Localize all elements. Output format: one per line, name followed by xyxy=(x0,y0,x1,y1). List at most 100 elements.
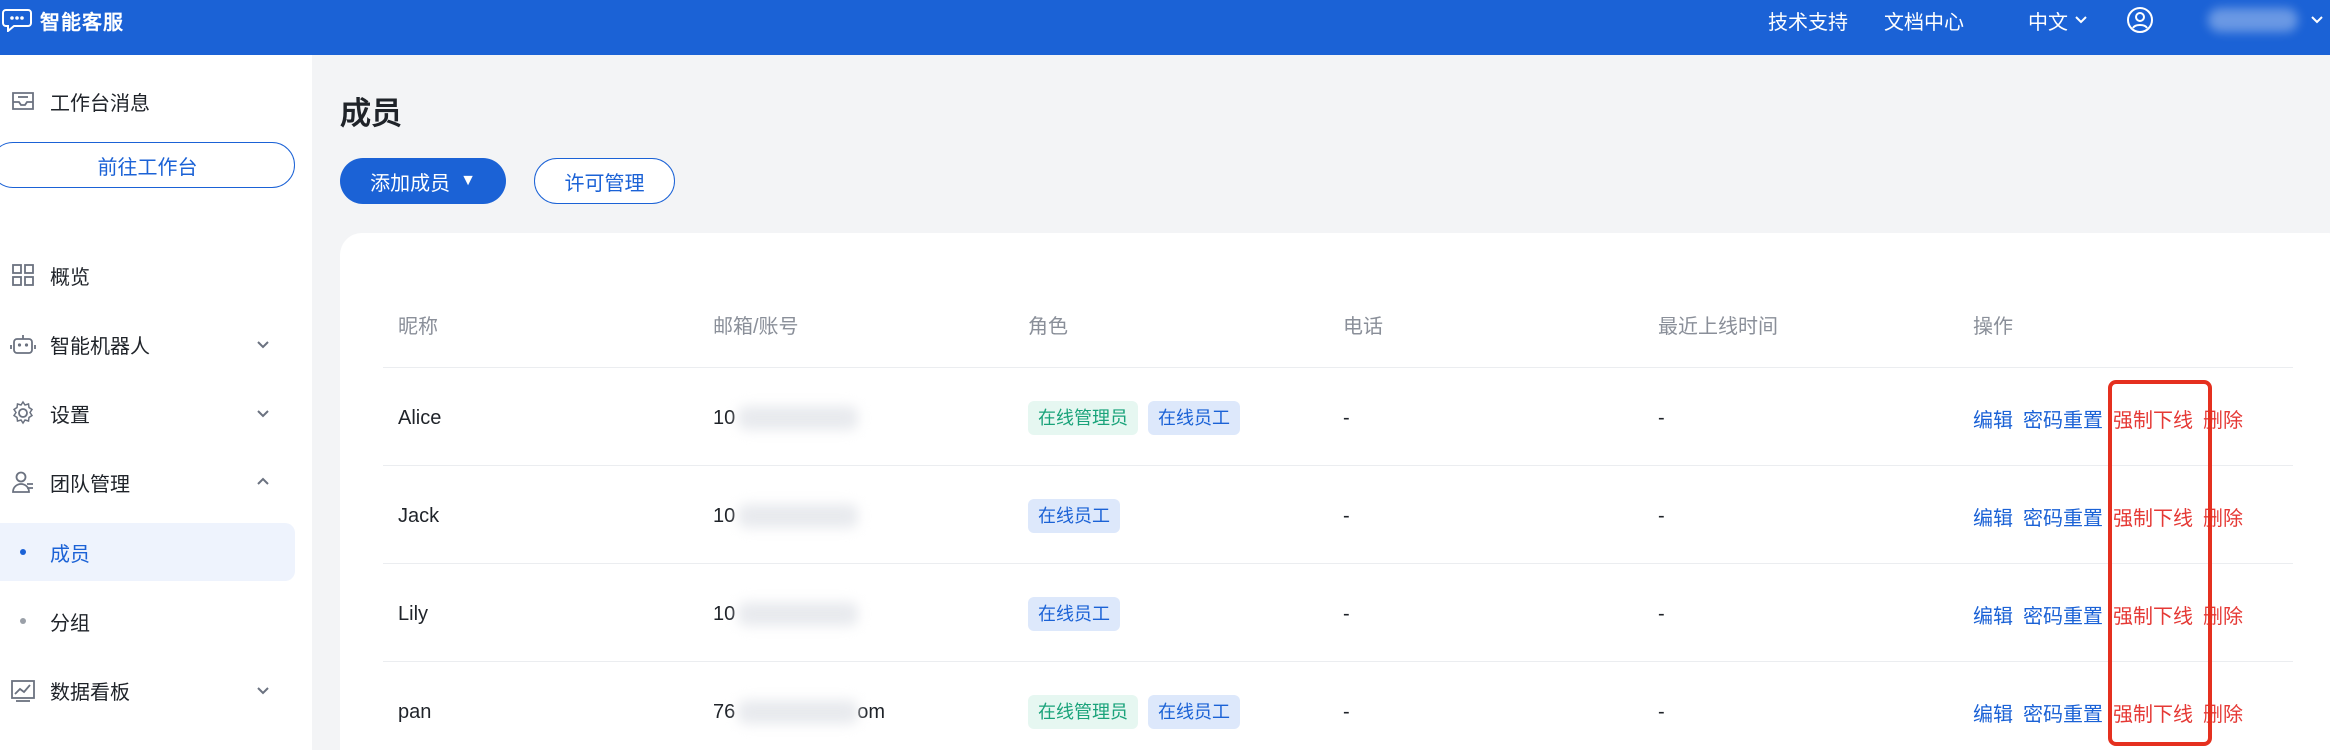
add-member-label: 添加成员 xyxy=(370,172,451,195)
dot-icon xyxy=(20,618,26,624)
force-offline-highlight-box xyxy=(2108,380,2212,746)
sidebar-item-label: 设置 xyxy=(50,404,90,427)
docs-center-link[interactable]: 文档中心 xyxy=(1884,4,1964,36)
roles-cell: 在线员工 xyxy=(1028,594,1130,634)
chevron-down-icon xyxy=(2311,16,2323,24)
sidebar-item-label: 智能机器人 xyxy=(50,335,150,358)
role-tag-staff: 在线员工 xyxy=(1028,597,1120,631)
redacted-email xyxy=(738,700,858,724)
row-divider xyxy=(383,367,2293,368)
last-online-cell: - xyxy=(1658,504,1665,527)
column-header-role: 角色 xyxy=(1028,316,1068,338)
sidebar-item-overview[interactable]: 概览 xyxy=(0,247,295,303)
email-cell: 10 xyxy=(713,398,735,438)
sidebar-item-label: 数据看板 xyxy=(50,681,130,704)
robot-icon xyxy=(10,335,36,354)
license-management-button[interactable]: 许可管理 xyxy=(534,158,675,204)
chart-icon xyxy=(11,680,35,702)
email-visible-text: 10 xyxy=(713,504,736,527)
active-dot-icon xyxy=(20,549,26,555)
chat-bubble-logo-icon xyxy=(2,9,32,32)
chevron-down-icon xyxy=(257,341,269,349)
email-visible-text: 10 xyxy=(713,406,736,429)
nickname-cell: Jack xyxy=(398,504,440,527)
nickname-cell: Alice xyxy=(398,406,442,429)
reset-password-link[interactable]: 密码重置 xyxy=(2023,502,2103,531)
nickname-cell: Lily xyxy=(398,602,429,625)
sidebar-item-label: 工作台消息 xyxy=(50,92,150,115)
user-avatar-button[interactable] xyxy=(2126,4,2158,36)
reset-password-link[interactable]: 密码重置 xyxy=(2023,698,2103,727)
sidebar-subitem-members[interactable]: 成员 xyxy=(0,523,295,581)
sidebar-subitem-label: 成员 xyxy=(50,543,90,566)
edit-link[interactable]: 编辑 xyxy=(1973,404,2013,433)
sidebar-item-label: 概览 xyxy=(50,266,90,289)
email-cell: 10 xyxy=(713,496,735,536)
column-header-last-online: 最近上线时间 xyxy=(1658,316,1778,338)
email-cell: 10 xyxy=(713,594,735,634)
column-header-phone: 电话 xyxy=(1343,316,1383,338)
edit-link[interactable]: 编辑 xyxy=(1973,600,2013,629)
account-menu-toggle[interactable] xyxy=(2310,4,2324,36)
page-title: 成员 xyxy=(340,96,402,131)
chevron-down-icon xyxy=(2075,16,2087,24)
phone-cell: - xyxy=(1343,406,1350,429)
redacted-email xyxy=(738,602,858,626)
edit-link[interactable]: 编辑 xyxy=(1973,502,2013,531)
role-tag-staff: 在线员工 xyxy=(1148,401,1240,435)
sidebar-subitem-groups[interactable]: 分组 xyxy=(0,592,295,650)
last-online-cell: - xyxy=(1658,602,1665,625)
members-table-card xyxy=(340,233,2330,750)
reset-password-link[interactable]: 密码重置 xyxy=(2023,600,2103,629)
email-visible-suffix: om xyxy=(857,700,886,723)
redacted-username xyxy=(2208,8,2298,32)
language-label: 中文 xyxy=(2028,11,2068,34)
sidebar-item-team-management[interactable]: 团队管理 xyxy=(0,454,295,510)
role-tag-admin: 在线管理员 xyxy=(1028,695,1138,729)
add-member-button[interactable]: 添加成员 ▼ xyxy=(340,158,506,204)
brand-name: 智能客服 xyxy=(40,11,124,34)
chevron-down-icon xyxy=(257,687,269,695)
redacted-email xyxy=(738,406,858,430)
sidebar-item-label: 团队管理 xyxy=(50,473,130,496)
language-selector[interactable]: 中文 xyxy=(2028,4,2088,36)
role-tag-staff: 在线员工 xyxy=(1028,499,1120,533)
sidebar-subitem-label: 分组 xyxy=(50,612,90,635)
roles-cell: 在线管理员 在线员工 xyxy=(1028,398,1250,438)
chevron-up-icon xyxy=(257,477,269,485)
sidebar-item-dashboard[interactable]: 数据看板 xyxy=(0,662,295,718)
row-divider xyxy=(383,465,2293,466)
roles-cell: 在线管理员 在线员工 xyxy=(1028,692,1250,732)
phone-cell: - xyxy=(1343,504,1350,527)
sidebar-item-settings[interactable]: 设置 xyxy=(0,385,295,441)
gear-icon xyxy=(12,400,34,425)
column-header-actions: 操作 xyxy=(1973,316,2013,338)
top-bar: 智能客服 技术支持 文档中心 中文 xyxy=(0,0,2330,55)
goto-workbench-button[interactable]: 前往工作台 xyxy=(0,142,295,188)
column-header-nickname: 昵称 xyxy=(398,316,438,338)
team-icon xyxy=(12,471,33,493)
roles-cell: 在线员工 xyxy=(1028,496,1130,536)
grid-icon xyxy=(12,264,34,286)
role-tag-staff: 在线员工 xyxy=(1148,695,1240,729)
email-visible-text: 76 xyxy=(713,700,736,723)
last-online-cell: - xyxy=(1658,700,1665,723)
edit-link[interactable]: 编辑 xyxy=(1973,698,2013,727)
row-divider xyxy=(383,563,2293,564)
sidebar-item-robot[interactable]: 智能机器人 xyxy=(0,316,295,372)
role-tag-admin: 在线管理员 xyxy=(1028,401,1138,435)
inbox-icon xyxy=(12,92,34,110)
phone-cell: - xyxy=(1343,700,1350,723)
sidebar-item-workbench-messages[interactable]: 工作台消息 xyxy=(0,73,295,129)
chevron-down-icon xyxy=(257,410,269,418)
user-circle-icon xyxy=(2127,7,2153,33)
sidebar: 工作台消息 前往工作台 概览 智能机器人 设置 团队管理 成员 分组 数据看板 xyxy=(0,55,312,750)
redacted-email xyxy=(738,504,858,528)
reset-password-link[interactable]: 密码重置 xyxy=(2023,404,2103,433)
nickname-cell: pan xyxy=(398,700,432,723)
tech-support-link[interactable]: 技术支持 xyxy=(1768,4,1848,36)
brand[interactable]: 智能客服 xyxy=(2,6,124,34)
column-header-email: 邮箱/账号 xyxy=(713,316,799,338)
email-visible-text: 10 xyxy=(713,602,736,625)
caret-down-icon: ▼ xyxy=(460,172,476,189)
